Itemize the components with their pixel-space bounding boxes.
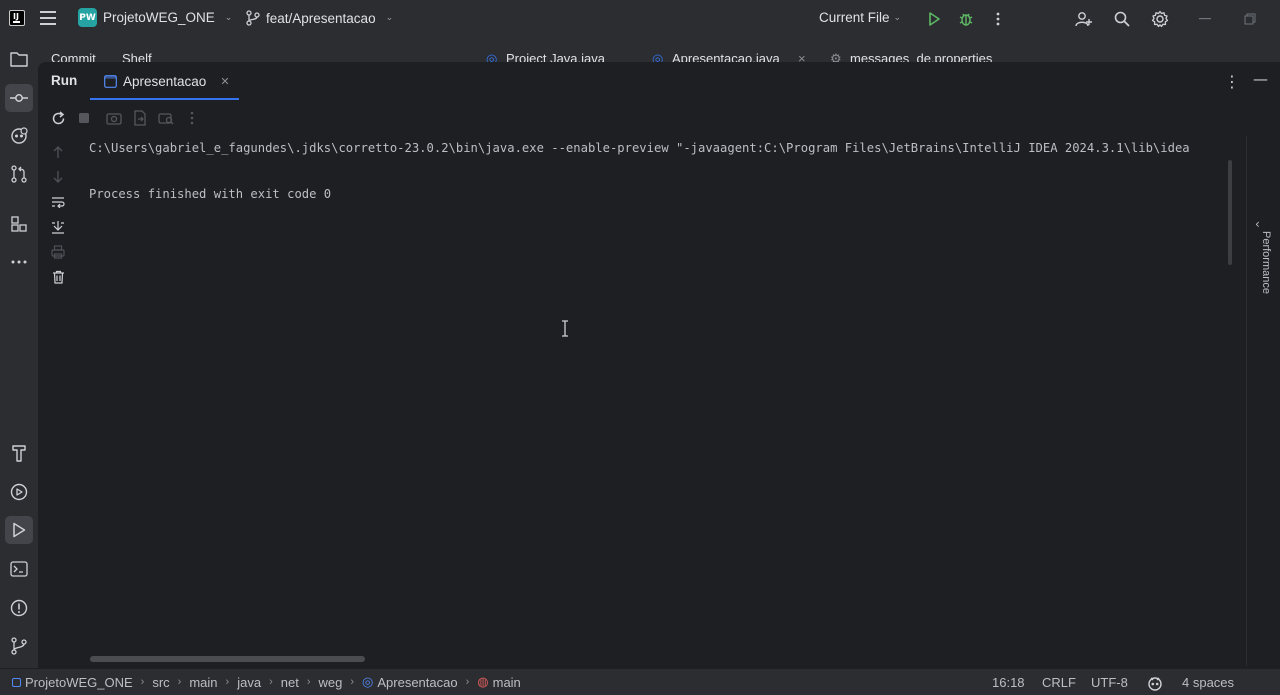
console-exit-message: Process finished with exit code 0	[89, 187, 332, 201]
project-widget[interactable]: PW ProjetoWEG_ONE ⌄	[78, 8, 232, 27]
chevron-down-icon: ⌄	[893, 12, 902, 23]
horizontal-scrollbar[interactable]	[90, 656, 365, 662]
soft-wrap-icon[interactable]	[50, 194, 66, 210]
services-icon[interactable]	[5, 478, 33, 506]
breadcrumb-net[interactable]: net	[281, 675, 299, 690]
terminal-icon[interactable]	[5, 555, 33, 583]
chevron-right-icon: ›	[177, 676, 182, 688]
project-badge: PW	[78, 8, 97, 27]
stop-icon[interactable]	[76, 110, 92, 126]
run-header: Run Apresentacao ✕ ⋮ —	[38, 62, 1280, 100]
rerun-icon[interactable]	[50, 110, 66, 126]
breadcrumb-weg[interactable]: weg	[318, 675, 342, 690]
structure-tool-icon[interactable]	[5, 210, 33, 238]
search-icon[interactable]	[1112, 9, 1132, 29]
caret-position[interactable]: 16:18	[992, 675, 1025, 690]
branch-name: feat/Apresentacao	[266, 10, 376, 26]
chevron-down-icon: ⌄	[224, 12, 233, 23]
commit-tool-icon[interactable]	[5, 84, 33, 112]
chevron-right-icon: ›	[465, 676, 470, 688]
pull-requests-icon[interactable]	[5, 160, 33, 188]
run-tool-icon[interactable]	[5, 516, 33, 544]
class-icon: ◎	[362, 674, 374, 689]
breadcrumb-method[interactable]: main	[493, 675, 521, 690]
run-toolbar	[38, 100, 1280, 136]
vcs-branch-widget[interactable]: feat/Apresentacao ⌄	[246, 10, 393, 26]
arrow-up-icon[interactable]	[50, 144, 66, 160]
chevron-right-icon: ›	[306, 676, 311, 688]
settings-gear-icon[interactable]	[1150, 9, 1170, 29]
close-icon[interactable]: ✕	[220, 75, 229, 88]
options-menu-icon[interactable]: ⋮	[1224, 72, 1240, 91]
run-config-label: Current File	[819, 10, 890, 25]
method-icon: ◍	[477, 674, 489, 689]
more-tool-windows-icon[interactable]	[5, 248, 33, 276]
run-icon[interactable]	[924, 9, 944, 29]
chevron-down-icon: ⌄	[385, 13, 394, 23]
project-name: ProjetoWEG_ONE	[103, 10, 215, 25]
indent-setting[interactable]: 4 spaces	[1182, 675, 1234, 690]
breadcrumb-main[interactable]: main	[189, 675, 217, 690]
performance-panel-label[interactable]: Performance	[1260, 231, 1272, 294]
run-tool-window: Run Apresentacao ✕ ⋮ — C:\Users\gabriel_…	[38, 62, 1280, 668]
vertical-scrollbar[interactable]	[1228, 160, 1232, 265]
git-branch-icon	[246, 10, 260, 26]
restore-window-icon[interactable]	[1240, 9, 1260, 29]
module-icon	[12, 677, 21, 687]
build-hammer-icon[interactable]	[5, 439, 33, 467]
breadcrumb: ProjetoWEG_ONE › src › main › java › net…	[12, 674, 521, 690]
intellij-logo-icon: IJ	[9, 10, 25, 26]
console-output[interactable]: C:\Users\gabriel_e_fagundes\.jdks\corret…	[78, 136, 1246, 648]
trash-icon[interactable]	[50, 269, 66, 285]
problems-icon[interactable]	[5, 594, 33, 622]
minimize-window-icon[interactable]	[1195, 9, 1215, 29]
debug-icon[interactable]	[956, 9, 976, 29]
breadcrumb-class[interactable]: Apresentacao	[377, 675, 457, 690]
run-configuration-selector[interactable]: Current File ⌄	[819, 10, 901, 25]
console-side-toolbar	[38, 136, 78, 666]
more-icon[interactable]	[184, 110, 200, 126]
screenshot-icon[interactable]	[106, 110, 122, 126]
print-icon[interactable]	[50, 244, 66, 260]
chevron-right-icon: ›	[350, 676, 355, 688]
left-tool-stripe	[0, 39, 38, 668]
export-icon[interactable]	[132, 110, 148, 126]
chevron-right-icon: ›	[269, 676, 273, 688]
breadcrumb-src[interactable]: src	[152, 675, 169, 690]
run-tab-apresentacao[interactable]: Apresentacao ✕	[91, 62, 239, 100]
breadcrumb-java[interactable]: java	[237, 675, 261, 690]
arrow-down-icon[interactable]	[50, 169, 66, 185]
chevron-left-icon[interactable]: ‹	[1255, 217, 1260, 231]
chevron-right-icon: ›	[225, 676, 230, 688]
add-user-icon[interactable]	[1074, 9, 1094, 29]
hide-panel-icon[interactable]: —	[1253, 70, 1268, 88]
ai-assistant-status-icon[interactable]	[1147, 675, 1163, 691]
main-menu-icon[interactable]	[40, 11, 58, 27]
text-cursor-icon	[561, 320, 569, 337]
ai-assistant-icon[interactable]	[5, 122, 33, 150]
right-tool-stripe: ‹ Performance	[1246, 136, 1280, 666]
project-tool-icon[interactable]	[5, 45, 33, 73]
more-actions-icon[interactable]	[988, 9, 1008, 29]
git-tool-icon[interactable]	[5, 632, 33, 660]
camera-search-icon[interactable]	[158, 110, 174, 126]
run-window-title: Run	[51, 73, 78, 88]
application-config-icon	[104, 74, 117, 88]
console-command-line: C:\Users\gabriel_e_fagundes\.jdks\corret…	[89, 141, 1190, 155]
chevron-right-icon: ›	[140, 676, 145, 688]
line-separator[interactable]: CRLF	[1042, 675, 1076, 690]
breadcrumb-project[interactable]: ProjetoWEG_ONE	[25, 675, 133, 690]
file-encoding[interactable]: UTF-8	[1091, 675, 1128, 690]
status-bar: ProjetoWEG_ONE › src › main › java › net…	[0, 668, 1280, 695]
title-bar: IJ PW ProjetoWEG_ONE ⌄ feat/Apresentacao…	[0, 0, 1280, 39]
run-tab-label: Apresentacao	[123, 73, 207, 89]
scroll-to-end-icon[interactable]	[50, 219, 66, 235]
